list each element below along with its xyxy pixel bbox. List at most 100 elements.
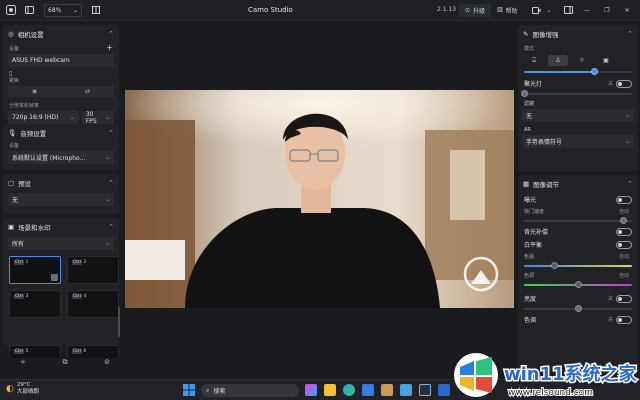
scene-thumb-3[interactable]: Ctrl 3 [9, 290, 61, 318]
preset-select[interactable]: 无 ⌄ [8, 193, 114, 206]
shutter-knob[interactable] [620, 217, 628, 224]
layout-icon[interactable] [88, 0, 104, 21]
maximize-icon[interactable]: ❐ [602, 0, 612, 21]
scene-actions: + ⧉ ⊘ [20, 358, 110, 367]
chevron-down-icon: ⌄ [104, 240, 110, 247]
minimize-icon[interactable]: — [582, 0, 592, 21]
audio-device-select[interactable]: 系统默认设置 (Micropho... ⌄ [8, 151, 114, 164]
backlight-row: 背光补偿 [518, 225, 638, 238]
brightness-knob[interactable] [575, 305, 582, 312]
mode-person-icon[interactable]: ♙ [548, 55, 568, 66]
edge-browser-icon[interactable] [343, 384, 355, 396]
image-adjust-header[interactable]: ▦ 图像调节 ⌃ [518, 175, 638, 193]
scene-icon: ▣ [8, 223, 15, 231]
backlight-toggle[interactable] [616, 227, 632, 236]
tint-row: 色温 自动 [518, 251, 638, 262]
scene-thumb-6[interactable]: Ctrl 6 [67, 345, 119, 358]
record-icon[interactable] [531, 0, 541, 21]
fill-light-toggle[interactable] [616, 79, 632, 88]
mode-slider-knob[interactable] [591, 68, 599, 75]
scene-thumb-5[interactable]: Ctrl 5 [9, 345, 61, 358]
scene-scrollbar[interactable] [118, 307, 120, 337]
camo-taskbar-icon[interactable] [419, 384, 431, 396]
chevron-down-icon[interactable]: ⌄ [545, 0, 553, 21]
import-scene-icon[interactable]: ⧉ [63, 358, 68, 367]
device-label: 设备 [9, 46, 20, 52]
camera-video-feed[interactable] [125, 90, 514, 308]
focus-segmented-control[interactable]: ◉ ⇄ [8, 86, 114, 97]
focus-auto-option[interactable]: ◉ [8, 86, 61, 97]
app-icon[interactable] [381, 384, 393, 396]
panel-toggle-icon[interactable] [562, 0, 574, 21]
mode-selector: ⍓ ♙ ☼ ▣ [518, 53, 638, 68]
mode-sun-icon[interactable]: ☼ [572, 55, 592, 66]
hue-slider[interactable] [524, 281, 632, 288]
chevron-up-icon: ⌃ [108, 179, 114, 187]
file-explorer-icon[interactable] [324, 384, 336, 396]
hue-knob[interactable] [575, 281, 582, 288]
ar-select[interactable]: 手势表情符号 ⌄ [522, 135, 634, 148]
upgrade-button[interactable]: ⊙ 升级 [459, 4, 491, 17]
scene-shortcut: Ctrl 1 [14, 260, 29, 265]
start-icon[interactable] [183, 384, 195, 396]
camera-device-select[interactable]: ASUS FHD webcam [8, 54, 114, 67]
weather-widget[interactable]: ◐ 29°C 大部晴朗 [6, 382, 39, 396]
audio-settings-header[interactable]: 🎙 音频设置 ⌃ [3, 124, 119, 142]
focus-manual-option[interactable]: ⇄ [61, 86, 114, 97]
brightness-toggle[interactable] [616, 294, 632, 303]
mode-intensity-slider[interactable] [524, 68, 632, 75]
photos-icon[interactable] [400, 384, 412, 396]
scene-thumb-1[interactable]: Ctrl 1 [9, 256, 61, 284]
resolution-value: 720p 16:9 (HD) [12, 114, 59, 121]
scene-thumb-4[interactable]: Ctrl 4 [67, 290, 119, 318]
scenes-header[interactable]: ▣ 场景和水印 ⌃ [3, 218, 119, 236]
edit-icon[interactable] [51, 274, 58, 281]
tint-knob[interactable] [551, 262, 559, 269]
mode-portrait-icon[interactable]: ⍓ [524, 55, 544, 66]
store-icon[interactable] [362, 384, 374, 396]
fill-light-knob[interactable] [521, 90, 528, 97]
mode-label: 模式 [524, 46, 535, 52]
shutter-state: 自动 [618, 209, 629, 215]
chevron-up-icon: ⌃ [108, 30, 114, 38]
microphone-icon: 🎙 [8, 129, 17, 137]
scene-filter-select[interactable]: 所有 ⌄ [8, 237, 114, 250]
sidebar-toggle-icon[interactable] [22, 0, 36, 21]
wb-state: 自动 [618, 254, 629, 260]
image-enhance-header[interactable]: ✎ 图像增强 ⌃ [518, 25, 638, 43]
hide-scene-icon[interactable]: ⊘ [104, 358, 110, 367]
presets-header[interactable]: ▢ 预设 ⌃ [3, 174, 119, 192]
brightness-slider[interactable] [524, 305, 632, 312]
zoom-select[interactable]: 68% ⌄ [44, 3, 82, 17]
fill-light-slider[interactable] [521, 90, 632, 97]
scene-filter-value: 所有 [12, 241, 25, 248]
filter-select[interactable]: 无 ⌄ [522, 109, 634, 122]
focus-label: 聚焦 [9, 78, 20, 84]
tint-slider[interactable] [524, 262, 632, 269]
white-balance-toggle[interactable] [616, 240, 632, 249]
camera-settings-header[interactable]: ◎ 相机设置 ⌃ [3, 25, 119, 43]
add-device-icon[interactable]: + [106, 44, 113, 52]
scene-thumb-2[interactable]: Ctrl 2 [67, 256, 119, 284]
image-enhance-section: ✎ 图像增强 ⌃ 模式 ⍓ ♙ ☼ ▣ 聚光灯 关 滤镜 无 ⌄ AR 手势表情… [518, 25, 638, 171]
add-scene-icon[interactable]: + [20, 358, 26, 367]
chevron-up-icon: ⌃ [108, 129, 114, 137]
close-icon[interactable]: ✕ [622, 0, 632, 21]
help-button[interactable]: ▥ 帮助 [497, 6, 518, 15]
exposure-toggle[interactable] [616, 195, 632, 204]
watermark-brand-url: www.relsound.com [508, 388, 593, 398]
ar-value: 手势表情符号 [526, 139, 563, 146]
taskbar-search[interactable]: ⌕ 搜索 [201, 384, 299, 397]
mode-frame-icon[interactable]: ▣ [596, 55, 616, 66]
resolution-select[interactable]: 720p 16:9 (HD) ⌄ [8, 111, 79, 124]
shutter-slider[interactable] [524, 217, 632, 224]
scene-grid-overflow: Ctrl 5 Ctrl 6 [9, 345, 119, 358]
image-enhance-title: 图像增强 [532, 31, 559, 39]
phone-icon[interactable]: ▯ [3, 70, 119, 77]
saturation-toggle[interactable] [616, 315, 632, 324]
chevron-up-icon: ⌃ [627, 30, 633, 38]
ar-label: AR [524, 127, 531, 133]
copilot-icon[interactable] [305, 384, 317, 396]
fps-select[interactable]: 30 FPS ⌄ [81, 111, 114, 125]
resolution-label: 分辨率和帧率 [9, 103, 40, 109]
